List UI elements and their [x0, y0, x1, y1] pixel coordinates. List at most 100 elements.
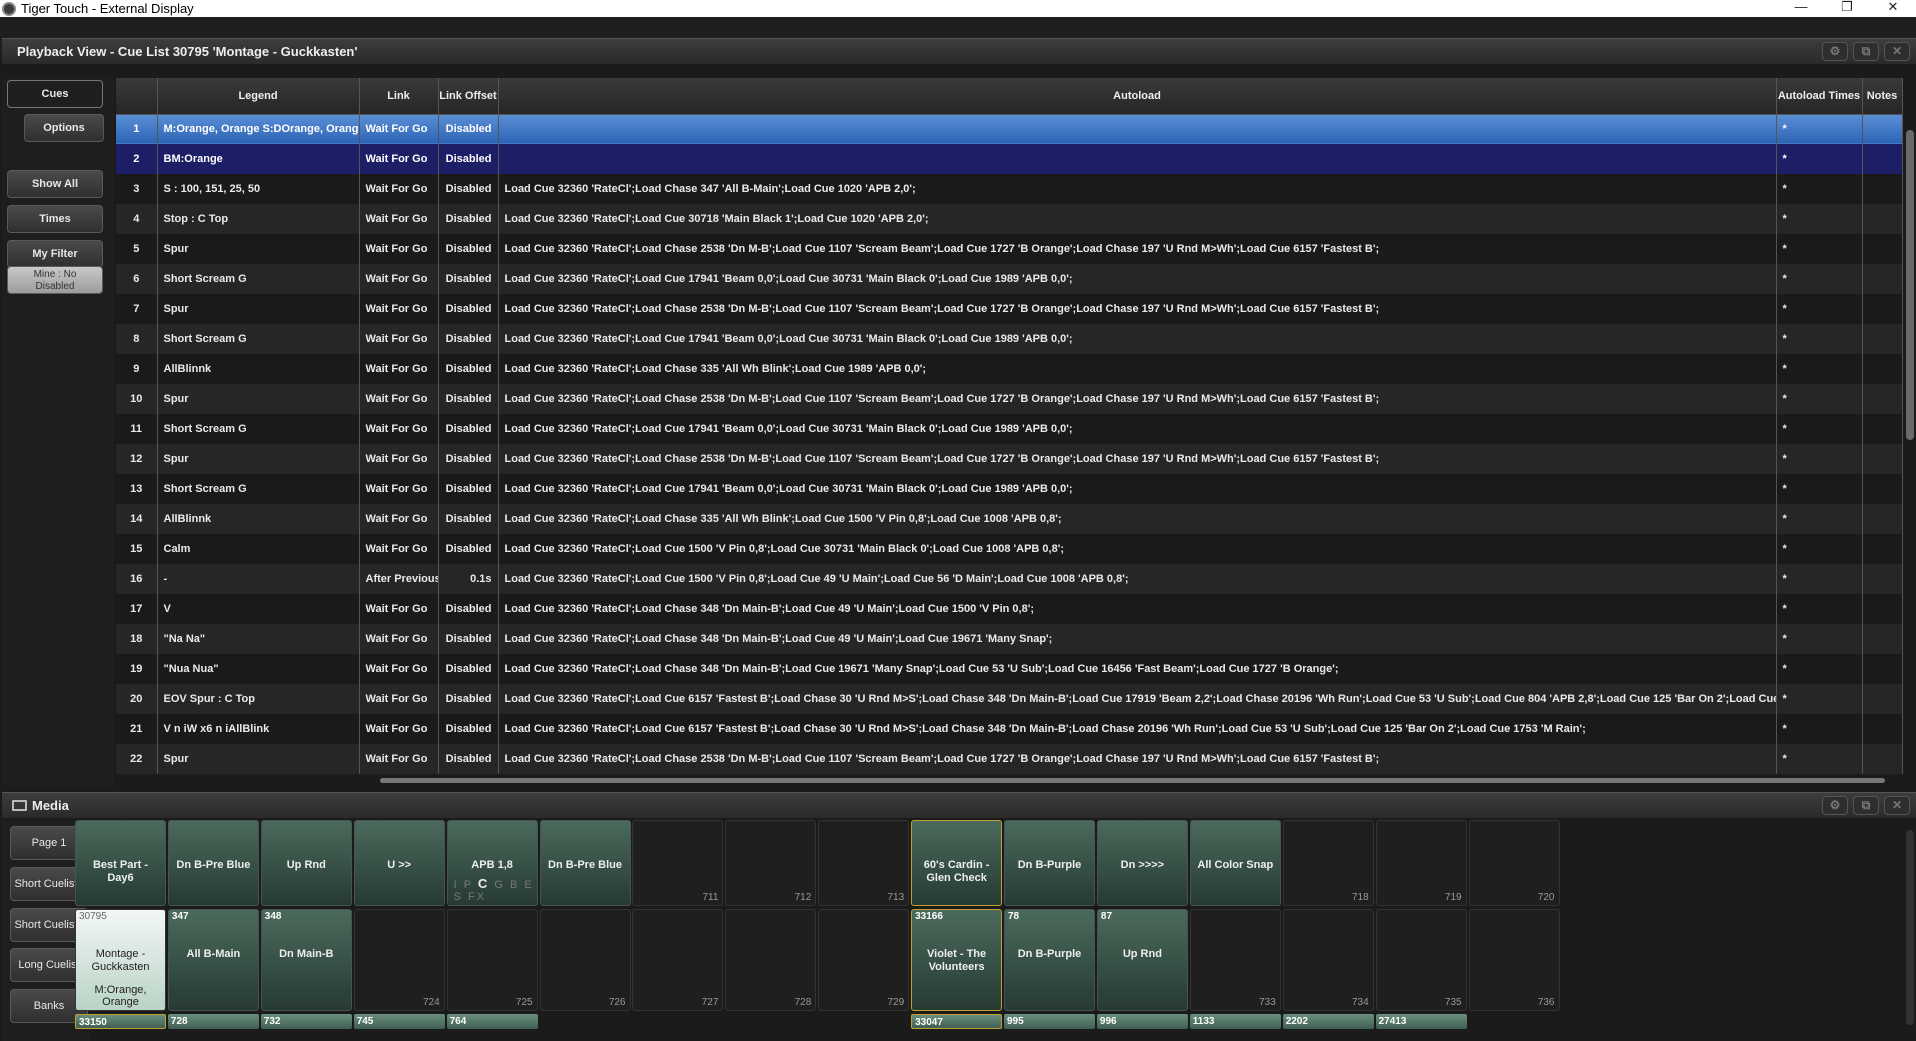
media-tile[interactable]: 725	[446, 909, 538, 1011]
cue-list-horizontal-scrollbar[interactable]	[380, 778, 1885, 783]
table-row[interactable]: 11 Short Scream G Wait For Go Disabled Load …	[116, 414, 1903, 444]
table-row[interactable]: 5 Spur Wait For Go Disabled Load Cue 32360 '…	[116, 234, 1903, 264]
table-row[interactable]: 14 AllBlinnk Wait For Go Disabled Load Cue 3…	[116, 504, 1903, 534]
media-tile[interactable]: 728	[725, 909, 817, 1011]
media-tile[interactable]: 718	[1282, 820, 1374, 906]
table-row[interactable]: 19 "Nua Nua" Wait For Go Disabled Load Cue 3…	[116, 654, 1903, 684]
media-tile[interactable]: All Color Snap	[1189, 820, 1281, 906]
tile-number: 727	[701, 997, 719, 1008]
cue-number: 21	[116, 714, 158, 744]
media-bottom-bar[interactable]: 764	[446, 1014, 538, 1029]
column-header-legend[interactable]: Legend	[157, 78, 360, 115]
cue-number: 9	[116, 354, 158, 384]
cue-autoload: Load Cue 32360 'RateCl';Load Chase 335 '…	[498, 354, 1777, 384]
tile-label: Dn B-Pre Blue	[548, 859, 622, 871]
mine-filter-toggle[interactable]: Mine : No Disabled	[7, 266, 103, 294]
gear-icon[interactable]: ⚙	[1822, 796, 1848, 815]
cues-tab[interactable]: Cues	[7, 80, 103, 108]
media-tile[interactable]: 729	[818, 909, 910, 1011]
cue-legend: Short Scream G	[157, 414, 360, 444]
media-bottom-bar[interactable]: 745	[353, 1014, 445, 1029]
media-tile[interactable]: Dn >>>>	[1096, 820, 1188, 906]
tile-handle-id: 348	[264, 911, 282, 922]
cue-autoload: Load Cue 32360 'RateCl';Load Chase 2538 …	[498, 744, 1777, 774]
table-row[interactable]: 7 Spur Wait For Go Disabled Load Cue 32360 '…	[116, 294, 1903, 324]
media-tile[interactable]: 78 Dn B-Purple	[1004, 909, 1095, 1011]
table-row[interactable]: 3S : 100, 151, 25, 50 Wait For Go Disabled…	[116, 174, 1903, 204]
table-row[interactable]: 17 V Wait For Go Disabled Load Cue 32360 'Ra…	[116, 594, 1903, 624]
show-all-button[interactable]: Show All	[7, 170, 103, 198]
media-tile[interactable]: 734	[1282, 909, 1374, 1011]
table-row[interactable]: 13 Short Scream G Wait For Go Disabled Load …	[116, 474, 1903, 504]
media-tile[interactable]: Dn B-Purple	[1004, 820, 1095, 906]
media-vertical-scrollbar[interactable]	[1906, 830, 1914, 1025]
cue-list-vertical-scrollbar[interactable]	[1906, 130, 1914, 440]
table-row[interactable]: 2 BM:Orange Wait For Go Disabled *	[116, 144, 1903, 174]
column-header-notes[interactable]: Notes	[1862, 78, 1903, 115]
media-tile[interactable]: Best Part - Day6	[75, 820, 166, 906]
times-button[interactable]: Times	[7, 205, 103, 233]
media-tile[interactable]: 87 Up Rnd	[1096, 909, 1188, 1011]
table-row[interactable]: 4 Stop : C Top Wait For Go Disabled Load Cue…	[116, 204, 1903, 234]
media-bottom-bar[interactable]: 2202	[1282, 1014, 1374, 1029]
close-window-button[interactable]: ✕	[1870, 0, 1916, 17]
my-filter-button[interactable]: My Filter	[7, 240, 103, 268]
restore-button[interactable]: ❐	[1824, 0, 1870, 17]
options-button[interactable]: Options	[24, 114, 104, 142]
table-row[interactable]: 12 Spur Wait For Go Disabled Load Cue 32360 …	[116, 444, 1903, 474]
media-tile[interactable]: 720	[1468, 820, 1560, 906]
media-tile[interactable]: 711	[632, 820, 724, 906]
maximize-icon[interactable]: ⧉	[1853, 796, 1879, 815]
media-tile[interactable]: 33166 Violet - The Volunteers	[911, 909, 1003, 1011]
media-tile[interactable]: 30795 Montage - Guckkasten M:Orange, Orang…	[75, 909, 166, 1011]
column-header-link[interactable]: Link	[359, 78, 439, 115]
media-tile[interactable]: 712	[725, 820, 817, 906]
media-tile[interactable]: 347 All B-Main	[167, 909, 259, 1011]
media-tile[interactable]: 727	[632, 909, 724, 1011]
table-row[interactable]: 15 Calm Wait For Go Disabled Load Cue 32360 …	[116, 534, 1903, 564]
minimize-button[interactable]: —	[1778, 0, 1824, 17]
media-tile[interactable]: 726	[539, 909, 631, 1011]
cue-number: 1	[116, 114, 158, 144]
media-tile[interactable]: APB 1,8 I P C G B E S FX	[446, 820, 538, 906]
media-bottom-bar[interactable]: 33047	[911, 1014, 1003, 1029]
media-tile[interactable]: Dn B-Pre Blue	[167, 820, 259, 906]
media-tile[interactable]: 348 Dn Main-B	[260, 909, 352, 1011]
table-row[interactable]: 10 Spur Wait For Go Disabled Load Cue 32360 …	[116, 384, 1903, 414]
media-tile[interactable]: Dn B-Pre Blue	[539, 820, 631, 906]
media-tile[interactable]: 719	[1375, 820, 1467, 906]
column-header-link-offset[interactable]: Link Offset	[438, 78, 499, 115]
table-row[interactable]: 18 "Na Na" Wait For Go Disabled Load Cue 323…	[116, 624, 1903, 654]
table-row[interactable]: 21 V n iW x6 n iAllBlink Wait For Go Disabl…	[116, 714, 1903, 744]
maximize-icon[interactable]: ⧉	[1853, 42, 1879, 61]
media-tile[interactable]: U >>	[353, 820, 445, 906]
media-tile[interactable]: 724	[353, 909, 445, 1011]
column-header-autoload[interactable]: Autoload	[498, 78, 1777, 115]
table-row[interactable]: 22 Spur Wait For Go Disabled Load Cue 32360 …	[116, 744, 1903, 774]
media-bottom-bar[interactable]: 732	[260, 1014, 352, 1029]
media-tile[interactable]: 736	[1468, 909, 1560, 1011]
media-header: Media ⚙ ⧉ ✕	[2, 792, 1916, 818]
close-icon[interactable]: ✕	[1884, 42, 1910, 61]
column-header-autoload-times[interactable]: Autoload Times	[1776, 78, 1863, 115]
close-icon[interactable]: ✕	[1884, 796, 1910, 815]
media-tile[interactable]: 735	[1375, 909, 1467, 1011]
table-row[interactable]: 9 AllBlinnk Wait For Go Disabled Load Cue 32…	[116, 354, 1903, 384]
media-tile[interactable]: Up Rnd	[260, 820, 352, 906]
table-row[interactable]: 1 M:Orange, Orange S:DOrange, Orange Wait …	[116, 114, 1903, 144]
table-row[interactable]: 6 Short Scream G Wait For Go Disabled Load C…	[116, 264, 1903, 294]
media-bottom-bar[interactable]: 996	[1096, 1014, 1188, 1029]
media-bottom-bar[interactable]: 728	[167, 1014, 259, 1029]
media-tile[interactable]: 733	[1189, 909, 1281, 1011]
media-tile[interactable]: 60's Cardin - Glen Check	[911, 820, 1003, 906]
table-row[interactable]: 8 Short Scream G Wait For Go Disabled Load C…	[116, 324, 1903, 354]
media-tile[interactable]: 713	[818, 820, 910, 906]
media-bottom-bar[interactable]: 33150	[75, 1014, 166, 1029]
cue-autoload-times: *	[1776, 384, 1863, 414]
table-row[interactable]: 20 EOV Spur : C Top Wait For Go Disabled Loa…	[116, 684, 1903, 714]
media-bottom-bar[interactable]: 995	[1004, 1014, 1095, 1029]
gear-icon[interactable]: ⚙	[1822, 42, 1848, 61]
media-bottom-bar[interactable]: 27413	[1375, 1014, 1467, 1029]
table-row[interactable]: 16- After Previous 0.1s Load Cue 32360 'Rat…	[116, 564, 1903, 594]
media-bottom-bar[interactable]: 1133	[1189, 1014, 1281, 1029]
